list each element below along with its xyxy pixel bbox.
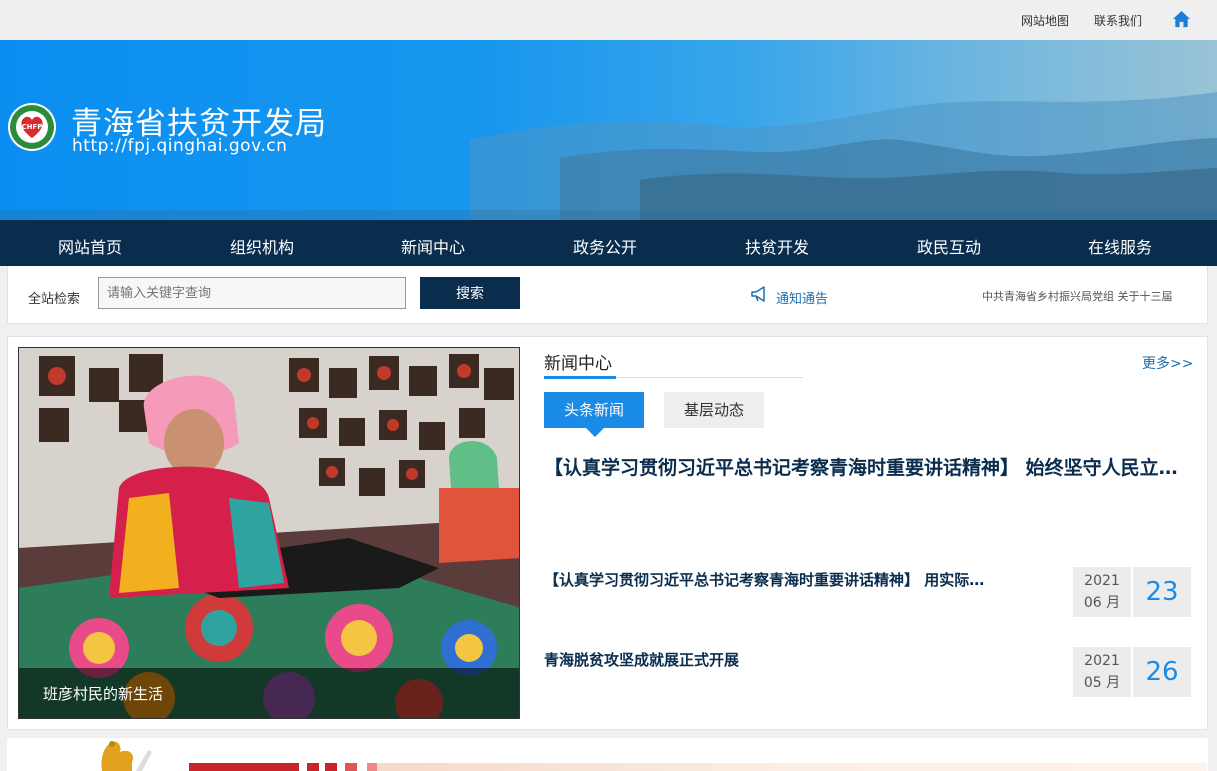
news-list-item: 【认真学习贯彻习近平总书记考察青海时重要讲话精神】 用实际行动践行初心使命 20… — [544, 567, 1194, 617]
emblem-decoration — [101, 741, 152, 771]
embroidery-photo-graphic — [19, 348, 519, 718]
news-item-day: 26 — [1133, 647, 1191, 697]
nav-item-government-affairs[interactable]: 政务公开 — [573, 234, 637, 258]
news-item-month: 06 月 — [1083, 595, 1121, 611]
decor-bar — [307, 763, 319, 771]
search-button[interactable]: 搜索 — [420, 277, 520, 309]
search-label: 全站检索 — [28, 292, 81, 307]
search-input[interactable] — [98, 277, 406, 309]
feature-photo[interactable]: 班彦村民的新生活 — [18, 347, 520, 719]
news-panel: 班彦村民的新生活 新闻中心 更多>> 头条新闻 基层动态 【认真学习贯彻习近平总… — [7, 336, 1208, 730]
more-link[interactable]: 更多>> — [1142, 353, 1193, 373]
sitemap-link[interactable]: 网站地图 — [1021, 12, 1069, 29]
logo-text: CHFP — [22, 123, 43, 131]
headline-link[interactable]: 【认真学习贯彻习近平总书记考察青海时重要讲话精神】 始终坚守人民立场 奋力推进乡… — [544, 453, 1194, 480]
decor-bar — [189, 763, 299, 771]
agency-logo: CHFP — [8, 103, 56, 151]
bottom-banner-strip — [7, 738, 1208, 771]
home-icon[interactable] — [1172, 10, 1191, 29]
decor-bar — [377, 763, 1207, 771]
site-url: http://fpj.qinghai.gov.cn — [72, 136, 288, 156]
notice-link[interactable]: 通知通告 — [776, 288, 828, 307]
notice-ticker[interactable]: 中共青海省乡村振兴局党组 关于十三届 — [982, 288, 1182, 304]
main-nav: 网站首页 组织机构 新闻中心 政务公开 扶贫开发 政民互动 在线服务 — [0, 220, 1217, 266]
decor-bar — [345, 763, 357, 771]
nav-item-poverty-alleviation[interactable]: 扶贫开发 — [745, 234, 809, 258]
news-list-item: 青海脱贫攻坚成就展正式开展 2021 05 月 26 — [544, 647, 1194, 697]
megaphone-icon — [751, 286, 765, 302]
news-item-year-month: 2021 06 月 — [1073, 567, 1131, 617]
top-utility-bar: 网站地图 联系我们 — [0, 0, 1217, 40]
tab-grassroots-news[interactable]: 基层动态 — [664, 392, 764, 428]
news-item-year-month: 2021 05 月 — [1073, 647, 1131, 697]
news-item-month: 05 月 — [1083, 675, 1121, 691]
news-item-title[interactable]: 青海脱贫攻坚成就展正式开展 — [544, 649, 994, 670]
nav-item-interaction[interactable]: 政民互动 — [917, 234, 981, 258]
decor-bar — [325, 763, 337, 771]
contact-link[interactable]: 联系我们 — [1094, 12, 1142, 29]
news-item-year: 2021 — [1084, 573, 1120, 589]
news-section-title: 新闻中心 — [544, 354, 612, 374]
photo-caption[interactable]: 班彦村民的新生活 — [43, 683, 163, 704]
site-banner: CHFP 青海省扶贫开发局 http://fpj.qinghai.gov.cn — [0, 40, 1217, 220]
nav-item-online-service[interactable]: 在线服务 — [1088, 234, 1152, 258]
nav-item-home[interactable]: 网站首页 — [58, 234, 122, 258]
section-title-accent — [544, 376, 616, 379]
tab-headline-news[interactable]: 头条新闻 — [544, 392, 644, 437]
news-item-year: 2021 — [1084, 653, 1120, 669]
news-item-day: 23 — [1133, 567, 1191, 617]
nav-item-news[interactable]: 新闻中心 — [401, 234, 465, 258]
news-item-title[interactable]: 【认真学习贯彻习近平总书记考察青海时重要讲话精神】 用实际行动践行初心使命 — [544, 569, 994, 590]
search-strip: 全站检索 搜索 通知通告 中共青海省乡村振兴局党组 关于十三届 — [7, 266, 1208, 324]
nav-item-organization[interactable]: 组织机构 — [230, 234, 294, 258]
